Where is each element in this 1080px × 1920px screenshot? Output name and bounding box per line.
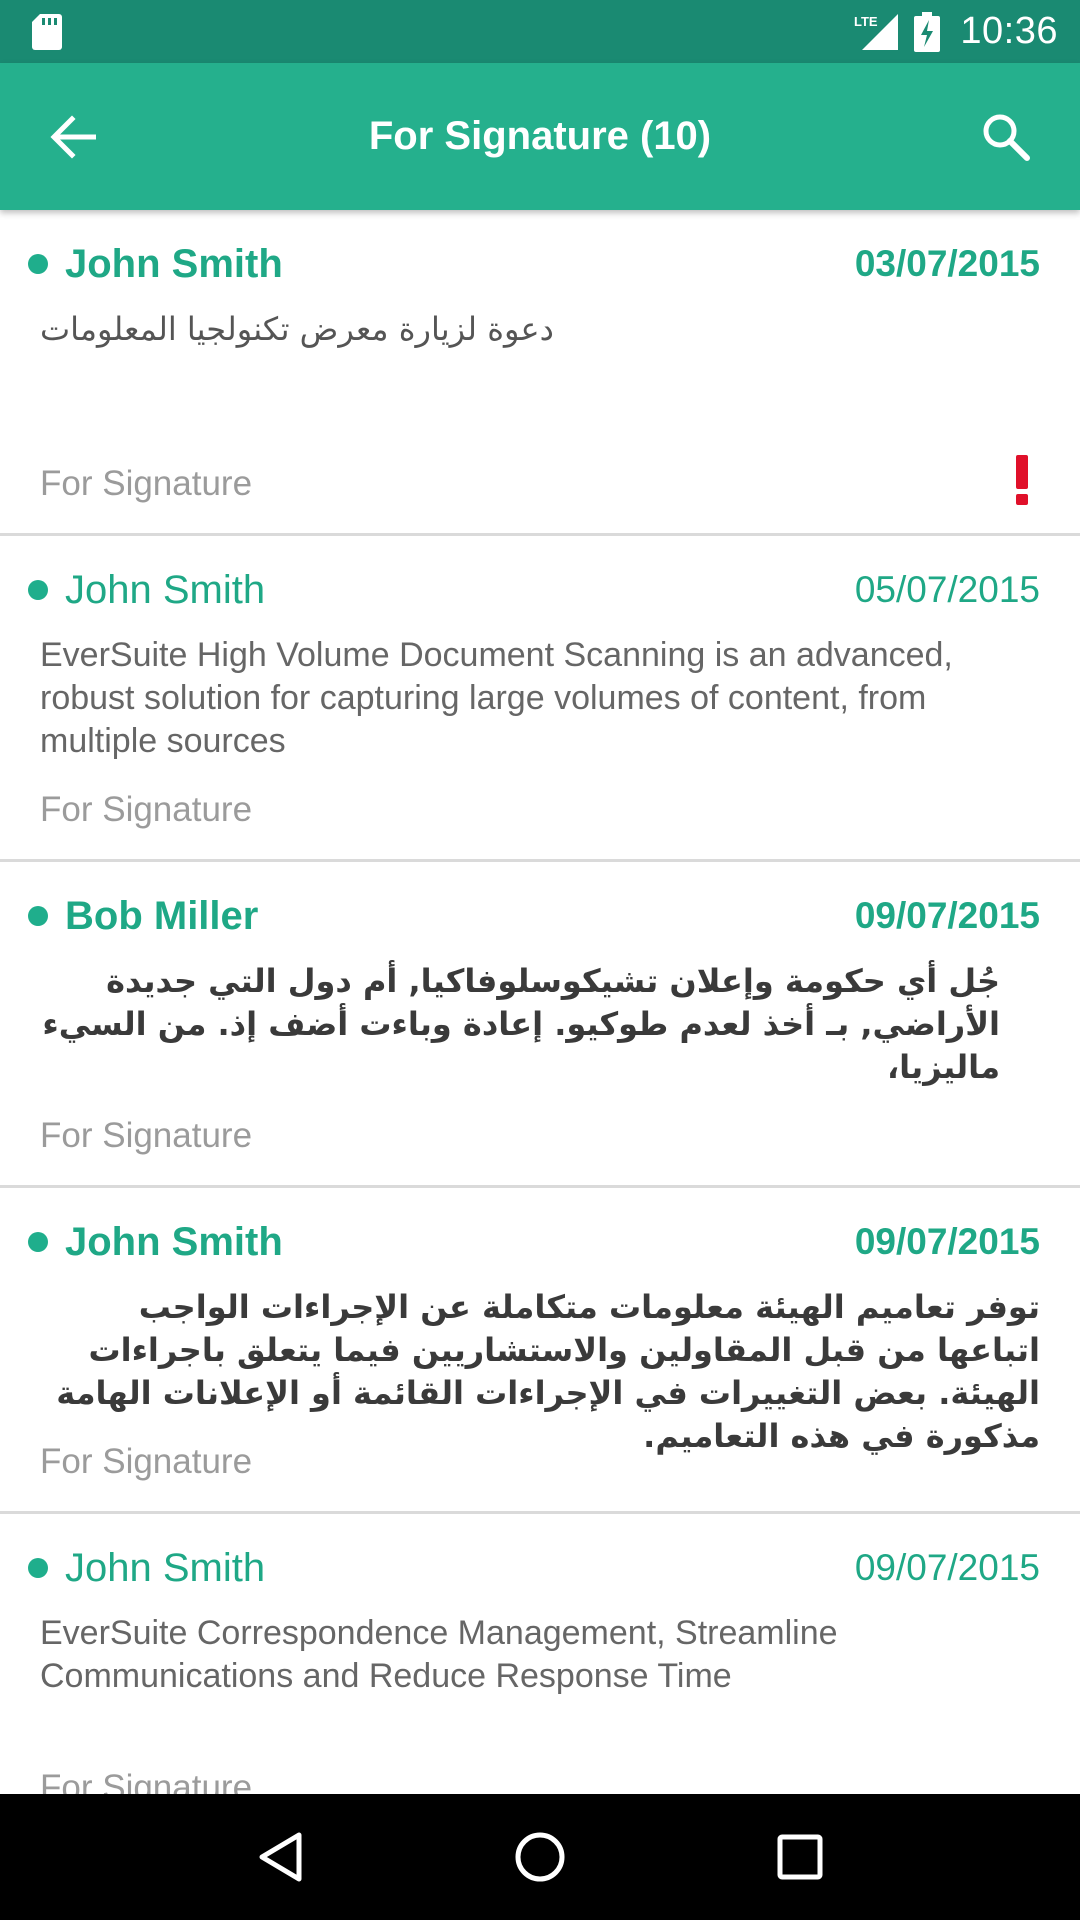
item-subject: توفر تعاميم الهيئة معلومات متكاملة عن ال… (56, 1288, 1040, 1455)
nav-recents-icon (777, 1834, 823, 1880)
sender-name: John Smith (65, 1546, 266, 1590)
nav-back-button[interactable] (240, 1817, 320, 1897)
unread-dot (28, 1558, 48, 1578)
sender-name: John Smith (65, 568, 266, 612)
lte-signal-icon: LTE (854, 12, 900, 52)
item-status: For Signature (40, 1116, 253, 1155)
network-type-label: LTE (854, 14, 878, 29)
sender-name: John Smith (65, 1220, 283, 1264)
item-date: 03/07/2015 (854, 243, 1040, 284)
list-item[interactable]: Bob Miller 09/07/2015 جُل أي حكومة وإعلا… (0, 862, 1080, 1188)
item-subject: جُل أي حكومة وإعلان تشيكوسلوفاكيا, أم دو… (42, 962, 1000, 1086)
app-bar: For Signature (10) (0, 63, 1080, 210)
item-status: For Signature (40, 464, 253, 503)
item-status: For Signature (40, 1768, 253, 1794)
item-subject: EverSuite Correspondence Management, Str… (40, 1614, 838, 1695)
unread-dot (28, 580, 48, 600)
search-button[interactable] (968, 99, 1044, 175)
sender-name: John Smith (65, 242, 283, 286)
search-icon (983, 114, 1030, 161)
back-button[interactable] (36, 99, 112, 175)
list-item[interactable]: John Smith 09/07/2015 توفر تعاميم الهيئة… (0, 1188, 1080, 1514)
status-indicators: LTE 10:36 (854, 10, 1058, 53)
nav-back-icon (259, 1832, 302, 1882)
unread-dot (28, 906, 48, 926)
item-date: 09/07/2015 (854, 1547, 1040, 1588)
battery-charging-icon (914, 11, 941, 52)
item-subject: EverSuite High Volume Document Scanning … (40, 636, 953, 760)
status-clock: 10:36 (960, 10, 1058, 52)
item-date: 09/07/2015 (854, 895, 1040, 936)
navigation-bar (0, 1794, 1080, 1920)
high-priority-icon (1016, 455, 1028, 505)
unread-dot (28, 254, 48, 274)
item-date: 05/07/2015 (854, 569, 1040, 610)
sender-name: Bob Miller (65, 894, 259, 938)
sd-card-icon (32, 13, 62, 50)
correspondence-list[interactable]: John Smith 03/07/2015 دعوة لزيارة معرض ت… (0, 210, 1080, 1794)
screen: LTE 10:36 For Signature (10) John Smith … (0, 0, 1080, 1920)
status-bar: LTE 10:36 (0, 0, 1080, 63)
item-status: For Signature (40, 1442, 253, 1481)
list-item[interactable]: John Smith 05/07/2015 EverSuite High Vol… (0, 536, 1080, 862)
item-subject: دعوة لزيارة معرض تكنولجيا المعلومات (40, 310, 554, 348)
item-status: For Signature (40, 790, 253, 829)
item-date: 09/07/2015 (854, 1221, 1040, 1262)
list-item[interactable]: John Smith 09/07/2015 EverSuite Correspo… (0, 1514, 1080, 1794)
list-item[interactable]: John Smith 03/07/2015 دعوة لزيارة معرض ت… (0, 210, 1080, 536)
arrow-back-icon (50, 115, 96, 159)
page-title: For Signature (10) (368, 114, 712, 158)
nav-home-icon (515, 1832, 565, 1882)
unread-dot (28, 1232, 48, 1252)
nav-recents-button[interactable] (760, 1817, 840, 1897)
nav-home-button[interactable] (500, 1817, 580, 1897)
